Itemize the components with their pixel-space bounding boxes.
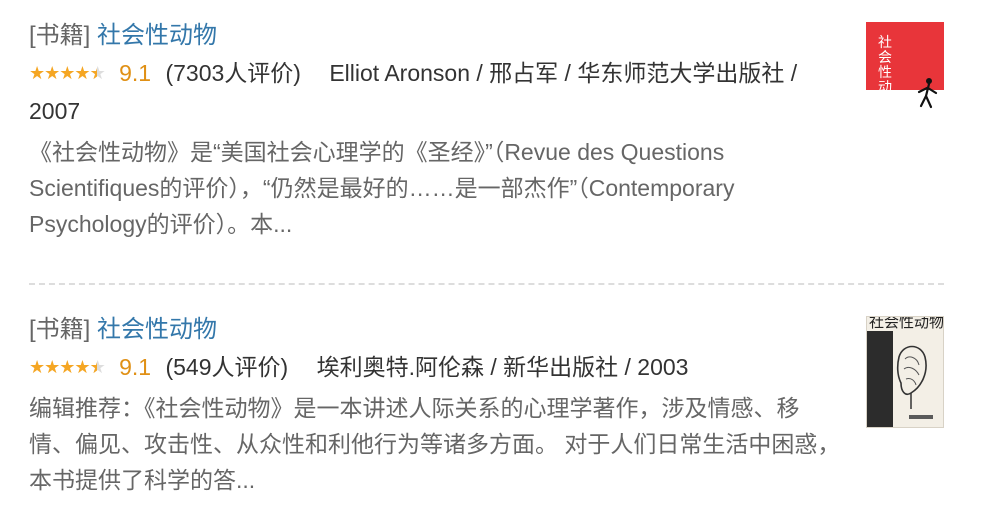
star-icon: ★ bbox=[44, 357, 60, 377]
star-rating: ★★★★★ bbox=[29, 54, 106, 92]
head-sketch-icon bbox=[896, 345, 927, 409]
book-title-link[interactable]: 社会性动物 bbox=[97, 316, 217, 343]
publisher-mark bbox=[909, 415, 933, 419]
category-label: [书籍] bbox=[29, 316, 91, 343]
search-result-1: [书籍] 社会性动物 ★★★★★ 9.1 (7303人评价) Elliot Ar… bbox=[29, 18, 944, 242]
walking-figure-icon bbox=[917, 78, 938, 109]
results-divider bbox=[29, 283, 944, 285]
book-author-publisher-year: 埃利奥特.阿伦森 / 新华出版社 / 2003 bbox=[316, 354, 689, 380]
star-icon: ★ bbox=[74, 357, 90, 377]
book-title-link[interactable]: 社会性动物 bbox=[97, 22, 217, 49]
star-icon: ★ bbox=[29, 63, 45, 83]
result-title-line: [书籍] 社会性动物 bbox=[29, 18, 944, 54]
cover-dark-strip bbox=[867, 331, 893, 427]
star-icon: ★ bbox=[59, 357, 75, 377]
book-meta: ★★★★★ 9.1 (549人评价) 埃利奥特.阿伦森 / 新华出版社 / 20… bbox=[29, 348, 849, 386]
star-rating: ★★★★★ bbox=[29, 348, 106, 386]
search-result-2: [书籍] 社会性动物 ★★★★★ 9.1 (549人评价) 埃利奥特.阿伦森 /… bbox=[29, 312, 944, 498]
star-icon: ★ bbox=[74, 63, 90, 83]
cover-title: 社会性动物 bbox=[869, 316, 944, 331]
book-summary: 编辑推荐：《社会性动物》是一本讲述人际关系的心理学著作，涉及情感、移情、偏见、攻… bbox=[29, 395, 841, 493]
rating-count: (549人评价) bbox=[165, 354, 289, 380]
rating-count: (7303人评价) bbox=[165, 60, 301, 86]
star-icon: ★ bbox=[29, 357, 45, 377]
star-icon: ★ bbox=[44, 63, 60, 83]
category-label: [书籍] bbox=[29, 22, 91, 49]
result-title-line: [书籍] 社会性动物 bbox=[29, 312, 944, 348]
half-star-icon: ★ bbox=[90, 348, 106, 386]
book-cover-image[interactable]: 社会性动物 bbox=[866, 316, 944, 428]
rating-score: 9.1 bbox=[119, 354, 152, 380]
book-summary: 《社会性动物》是“美国社会心理学的《圣经》”（Revue des Questio… bbox=[29, 139, 735, 237]
star-icon: ★ bbox=[59, 63, 75, 83]
book-cover-image[interactable]: 社会性动物 bbox=[866, 22, 944, 122]
half-star-icon: ★ bbox=[90, 54, 106, 92]
rating-score: 9.1 bbox=[119, 60, 152, 86]
book-meta: ★★★★★ 9.1 (7303人评价) Elliot Aronson / 邢占军… bbox=[29, 54, 849, 130]
